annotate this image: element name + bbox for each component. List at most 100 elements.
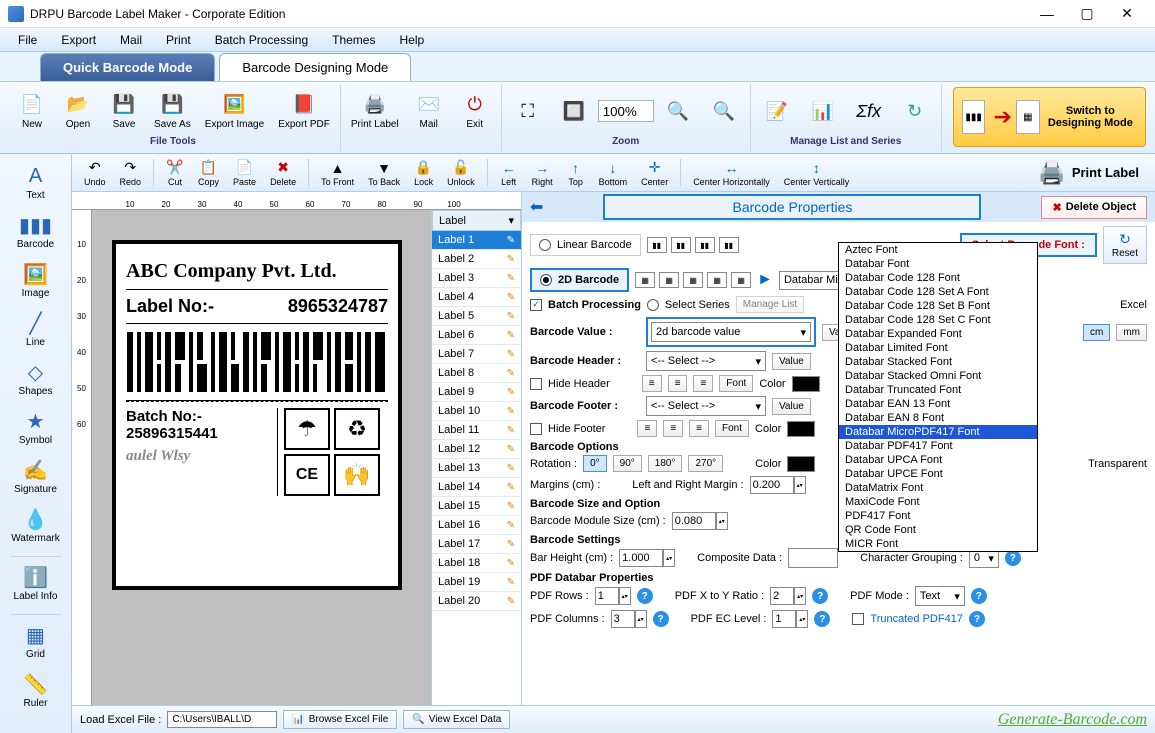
font-option[interactable]: Databar MicroPDF417 Font — [839, 425, 1037, 439]
barcode-value-combo[interactable]: 2d barcode value▾ — [651, 322, 811, 342]
label-list-item[interactable]: Label 12✎ — [432, 440, 521, 459]
cm-button[interactable]: cm — [1083, 324, 1110, 341]
font-option[interactable]: Databar Code 128 Set B Font — [839, 299, 1037, 313]
rot-0-button[interactable]: 0° — [583, 455, 607, 472]
menu-themes[interactable]: Themes — [320, 30, 387, 50]
tool-watermark[interactable]: 💧Watermark — [6, 503, 66, 552]
margins-spin[interactable]: ▴▾ — [750, 476, 806, 494]
undo-button[interactable]: ↶Undo — [78, 158, 112, 188]
font-option[interactable]: Databar Code 128 Font — [839, 271, 1037, 285]
help-icon[interactable]: ? — [812, 588, 828, 604]
mail-button[interactable]: ✉️Mail — [407, 84, 451, 138]
lock-button[interactable]: 🔒Lock — [408, 158, 439, 188]
series-refresh-button[interactable]: ↻ — [893, 84, 937, 138]
zoom-in-button[interactable]: 🔍 — [656, 84, 700, 138]
align-left-button[interactable]: ←Left — [494, 158, 524, 188]
help-icon[interactable]: ? — [814, 611, 830, 627]
rot-90-button[interactable]: 90° — [613, 455, 642, 472]
to-back-button[interactable]: ▼To Back — [362, 158, 406, 188]
font-option[interactable]: Databar Limited Font — [839, 341, 1037, 355]
pdfmode-combo[interactable]: Text▾ — [915, 586, 965, 606]
label-list-item[interactable]: Label 7✎ — [432, 345, 521, 364]
label-list-item[interactable]: Label 8✎ — [432, 364, 521, 383]
font-option[interactable]: Databar Truncated Font — [839, 383, 1037, 397]
align-right-mini[interactable]: ≡ — [693, 375, 713, 392]
footer-color-box[interactable] — [787, 421, 815, 437]
font-option[interactable]: Databar UPCA Font — [839, 453, 1037, 467]
maximize-button[interactable]: ▢ — [1067, 2, 1107, 26]
center-vert-button[interactable]: ↕Center Vertically — [778, 158, 856, 188]
redo-button[interactable]: ↷Redo — [114, 158, 148, 188]
font-option[interactable]: Databar EAN 13 Font — [839, 397, 1037, 411]
mm-button[interactable]: mm — [1116, 324, 1147, 341]
export-pdf-button[interactable]: 📕Export PDF — [272, 84, 336, 138]
view-excel-button[interactable]: 🔍View Excel Data — [403, 710, 510, 729]
cut-button[interactable]: ✂️Cut — [160, 158, 190, 188]
copy-button[interactable]: 📋Copy — [192, 158, 225, 188]
font-option[interactable]: Databar Code 128 Set C Font — [839, 313, 1037, 327]
label-preview[interactable]: ABC Company Pvt. Ltd. Label No:-89653247… — [112, 240, 402, 590]
zoom-fit-button[interactable]: ⛶ — [506, 84, 550, 138]
design-canvas[interactable]: ABC Company Pvt. Ltd. Label No:-89653247… — [92, 210, 431, 705]
footer-combo[interactable]: <-- Select -->▾ — [646, 396, 766, 416]
align-bottom-button[interactable]: ↓Bottom — [593, 158, 634, 188]
font-option[interactable]: Databar Code 128 Set A Font — [839, 285, 1037, 299]
paste-button[interactable]: 📄Paste — [227, 158, 262, 188]
zoom-combo[interactable] — [598, 100, 654, 122]
open-button[interactable]: 📂Open — [56, 84, 100, 138]
minimize-button[interactable]: — — [1027, 2, 1067, 26]
help-icon[interactable]: ? — [971, 588, 987, 604]
align-center-mini[interactable]: ≡ — [668, 375, 688, 392]
browse-excel-button[interactable]: 📊Browse Excel File — [283, 710, 397, 729]
pdfec-spin[interactable]: ▴▾ — [772, 610, 808, 628]
label-list-item[interactable]: Label 6✎ — [432, 326, 521, 345]
batch-processing-check[interactable]: ✓ — [530, 299, 542, 311]
print-label-big-button[interactable]: 🖨️Print Label — [1028, 158, 1149, 188]
manage-list-button[interactable]: Manage List — [736, 296, 804, 313]
tool-ruler[interactable]: 📏Ruler — [6, 668, 66, 717]
font-option[interactable]: Databar EAN 8 Font — [839, 411, 1037, 425]
help-icon[interactable]: ? — [637, 588, 653, 604]
header-value-button[interactable]: Value — [772, 353, 811, 370]
save-as-button[interactable]: 💾Save As — [148, 84, 197, 138]
label-list-item[interactable]: Label 10✎ — [432, 402, 521, 421]
menu-file[interactable]: File — [6, 30, 49, 50]
series-fx-button[interactable]: Σfx — [847, 84, 891, 138]
tool-signature[interactable]: ✍️Signature — [6, 454, 66, 503]
tool-line[interactable]: ╱Line — [6, 307, 66, 356]
menu-mail[interactable]: Mail — [108, 30, 154, 50]
help-icon[interactable]: ? — [969, 611, 985, 627]
tool-text[interactable]: AText — [6, 160, 66, 209]
label-list-item[interactable]: Label 1✎ — [432, 231, 521, 250]
switch-mode-button[interactable]: ▮▮▮ ➔ ▦ Switch to Designing Mode — [953, 87, 1146, 147]
zoom-100-button[interactable]: 🔲 — [552, 84, 596, 138]
label-list-item[interactable]: Label 11✎ — [432, 421, 521, 440]
label-list-item[interactable]: Label 2✎ — [432, 250, 521, 269]
barcode-designing-mode-tab[interactable]: Barcode Designing Mode — [219, 53, 411, 81]
label-list-item[interactable]: Label 5✎ — [432, 307, 521, 326]
font-dropdown[interactable]: Aztec FontDatabar FontDatabar Code 128 F… — [838, 242, 1038, 552]
tool-shapes[interactable]: ◇Shapes — [6, 356, 66, 405]
tool-symbol[interactable]: ★Symbol — [6, 405, 66, 454]
brand-link[interactable]: Generate-Barcode.com — [998, 711, 1147, 729]
label-list-item[interactable]: Label 18✎ — [432, 554, 521, 573]
hide-footer-check[interactable] — [530, 423, 542, 435]
tool-grid[interactable]: ▦Grid — [6, 619, 66, 668]
menu-batch-processing[interactable]: Batch Processing — [203, 30, 320, 50]
props-back-button[interactable]: ⬅ — [530, 197, 543, 217]
select-series-radio[interactable] — [647, 299, 659, 311]
label-list-item[interactable]: Label 15✎ — [432, 497, 521, 516]
label-list-item[interactable]: Label 9✎ — [432, 383, 521, 402]
print-label-button[interactable]: 🖨️Print Label — [345, 84, 405, 138]
menu-export[interactable]: Export — [49, 30, 108, 50]
excel-path-input[interactable] — [167, 711, 277, 728]
delete-button[interactable]: ✖Delete — [264, 158, 302, 188]
new-button[interactable]: 📄New — [10, 84, 54, 138]
modsize-spin[interactable]: ▴▾ — [672, 512, 728, 530]
label-list-item[interactable]: Label 19✎ — [432, 573, 521, 592]
label-list-header[interactable]: Label▾ — [432, 210, 521, 231]
pdfrows-spin[interactable]: ▴▾ — [595, 587, 631, 605]
export-image-button[interactable]: 🖼️Export Image — [199, 84, 270, 138]
pdfcols-spin[interactable]: ▴▾ — [611, 610, 647, 628]
help-icon[interactable]: ? — [653, 611, 669, 627]
